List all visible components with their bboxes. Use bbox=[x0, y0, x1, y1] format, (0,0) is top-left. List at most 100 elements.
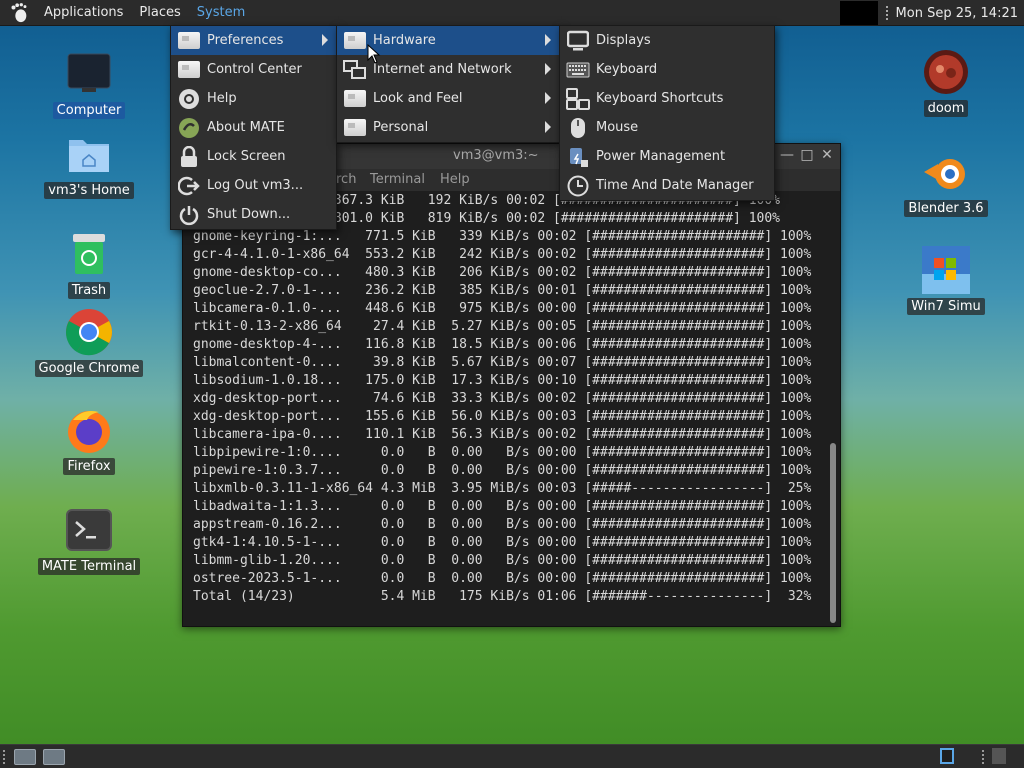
desktop-icon-label: Trash bbox=[67, 282, 111, 299]
workspace-1[interactable] bbox=[940, 748, 954, 764]
menu-item-label: Keyboard Shortcuts bbox=[596, 91, 724, 106]
terminal-line: ostree-2023.5-1-... 0.0 B 0.00 B/s 00:00… bbox=[193, 571, 812, 586]
terminal-line: pipewire-1:0.3.7... 0.0 B 0.00 B/s 00:00… bbox=[193, 463, 812, 478]
desktop-icon-win7[interactable]: Win7 Simu bbox=[891, 246, 1001, 315]
menu-item-mouse[interactable]: Mouse bbox=[560, 113, 774, 142]
places-menu[interactable]: Places bbox=[131, 0, 188, 26]
system-tray: Mon Sep 25, 14:21 bbox=[839, 0, 1024, 26]
terminal-line: libsodium-1.0.18... 175.0 KiB 17.3 KiB/s… bbox=[193, 373, 812, 388]
applications-menu[interactable]: Applications bbox=[36, 0, 131, 26]
system-menu[interactable]: System bbox=[189, 0, 253, 26]
hardware-submenu: Displays Keyboard Keyboard Shortcuts Mou… bbox=[559, 25, 775, 201]
menu-help[interactable]: Help bbox=[440, 172, 470, 187]
terminal-line: rtkit-0.13-2-x86_64 27.4 KiB 5.27 KiB/s … bbox=[193, 319, 812, 334]
help-icon bbox=[177, 88, 201, 110]
system-menu-dropdown: Preferences Control Center Help About MA… bbox=[170, 25, 337, 230]
top-panel: Applications Places System Mon Sep 25, 1… bbox=[0, 0, 1024, 26]
scrollbar-thumb[interactable] bbox=[830, 443, 836, 623]
desktop-icon-label: Computer bbox=[52, 102, 126, 119]
clock-icon bbox=[566, 175, 590, 197]
minimize-icon[interactable]: — bbox=[780, 147, 794, 163]
desktop-icon-label: vm3's Home bbox=[44, 182, 134, 199]
desktop-icon-home[interactable]: vm3's Home bbox=[34, 130, 144, 199]
chrome-icon bbox=[65, 308, 113, 356]
preferences-icon bbox=[177, 30, 201, 52]
tray-applet[interactable] bbox=[839, 1, 878, 25]
workspace-2[interactable] bbox=[992, 748, 1006, 764]
menu-item-label: Power Management bbox=[596, 149, 726, 164]
menu-item-power-management[interactable]: Power Management bbox=[560, 142, 774, 171]
bottom-panel bbox=[0, 744, 1024, 768]
panel-menubar: Applications Places System bbox=[0, 0, 253, 26]
computer-icon bbox=[65, 50, 113, 98]
power-icon bbox=[177, 204, 201, 226]
menu-item-help[interactable]: Help bbox=[171, 84, 336, 113]
terminal-line: libcamera-0.1.0-... 448.6 KiB 975 KiB/s … bbox=[193, 301, 812, 316]
menu-item-displays[interactable]: Displays bbox=[560, 26, 774, 55]
terminal-line: Total (14/23) 5.4 MiB 175 KiB/s 01:06 [#… bbox=[193, 589, 812, 604]
blender-icon bbox=[922, 148, 970, 196]
maximize-icon[interactable]: □ bbox=[800, 147, 814, 163]
hardware-folder-icon bbox=[343, 30, 367, 52]
menu-search[interactable]: rch bbox=[336, 172, 356, 187]
menu-item-keyboard-shortcuts[interactable]: Keyboard Shortcuts bbox=[560, 84, 774, 113]
desktop-icon-computer[interactable]: Computer bbox=[34, 50, 144, 119]
terminal-line: libxmlb-0.3.11-1-x86_64 4.3 MiB 3.95 MiB… bbox=[193, 481, 812, 496]
menu-terminal[interactable]: Terminal bbox=[370, 172, 425, 187]
win7-icon bbox=[922, 246, 970, 294]
clock[interactable]: Mon Sep 25, 14:21 bbox=[896, 6, 1024, 21]
menu-item-personal[interactable]: Personal bbox=[337, 113, 559, 142]
terminal-line: gtk4-1:4.10.5-1-... 0.0 B 0.00 B/s 00:00… bbox=[193, 535, 812, 550]
desktop-icon-chrome[interactable]: Google Chrome bbox=[34, 308, 144, 377]
panel-handle[interactable] bbox=[3, 750, 7, 764]
desktop-icon-mate-terminal[interactable]: MATE Terminal bbox=[34, 506, 144, 575]
menu-item-preferences[interactable]: Preferences bbox=[171, 26, 336, 55]
menu-item-label: Internet and Network bbox=[373, 62, 512, 77]
window-buttons: — □ ✕ bbox=[780, 147, 834, 163]
terminal-line: geoclue-2.7.0-1-... 236.2 KiB 385 KiB/s … bbox=[193, 283, 812, 298]
menu-item-label: Help bbox=[207, 91, 237, 106]
desktop-icon-blender[interactable]: Blender 3.6 bbox=[891, 148, 1001, 217]
menu-item-label: Hardware bbox=[373, 33, 436, 48]
desktop-icon-label: Google Chrome bbox=[34, 360, 144, 377]
show-desktop-button[interactable] bbox=[14, 749, 36, 765]
desktop-icon-trash[interactable]: Trash bbox=[34, 230, 144, 299]
menu-item-label: Keyboard bbox=[596, 62, 658, 77]
keyboard-icon bbox=[566, 59, 590, 81]
window-list-button[interactable] bbox=[43, 749, 65, 765]
desktop-icon-label: Blender 3.6 bbox=[904, 200, 988, 217]
menu-item-lock-screen[interactable]: Lock Screen bbox=[171, 142, 336, 171]
menu-item-shut-down[interactable]: Shut Down... bbox=[171, 200, 336, 229]
personal-folder-icon bbox=[343, 117, 367, 139]
terminal-line: gnome-desktop-co... 480.3 KiB 206 KiB/s … bbox=[193, 265, 812, 280]
menu-item-look-feel[interactable]: Look and Feel bbox=[337, 84, 559, 113]
submenu-arrow-icon bbox=[545, 63, 551, 75]
menu-item-time-date-manager[interactable]: Time And Date Manager bbox=[560, 171, 774, 200]
close-icon[interactable]: ✕ bbox=[820, 147, 834, 163]
desktop-icon-doom[interactable]: doom bbox=[891, 48, 1001, 117]
menu-item-log-out[interactable]: Log Out vm3... bbox=[171, 171, 336, 200]
desktop-icon-label: MATE Terminal bbox=[37, 558, 141, 575]
home-folder-icon bbox=[65, 130, 113, 178]
desktop-icon-firefox[interactable]: Firefox bbox=[34, 406, 144, 475]
mate-logo-icon bbox=[177, 117, 201, 139]
gnome-foot-icon[interactable] bbox=[8, 2, 30, 24]
menu-item-label: Mouse bbox=[596, 120, 639, 135]
panel-handle[interactable] bbox=[982, 750, 986, 764]
submenu-arrow-icon bbox=[545, 121, 551, 133]
doom-icon bbox=[922, 48, 970, 96]
mouse-cursor-icon bbox=[367, 44, 381, 64]
menu-item-about-mate[interactable]: About MATE bbox=[171, 113, 336, 142]
terminal-line: gnome-keyring-1:... 771.5 KiB 339 KiB/s … bbox=[193, 229, 812, 244]
menu-item-keyboard[interactable]: Keyboard bbox=[560, 55, 774, 84]
mouse-icon bbox=[566, 117, 590, 139]
menu-item-control-center[interactable]: Control Center bbox=[171, 55, 336, 84]
menu-item-label: Log Out vm3... bbox=[207, 178, 304, 193]
menu-item-label: Time And Date Manager bbox=[596, 178, 754, 193]
menu-item-label: Shut Down... bbox=[207, 207, 291, 222]
terminal-output[interactable]: 367.3 KiB 192 KiB/s 00:02 [#############… bbox=[193, 192, 811, 606]
terminal-icon bbox=[65, 506, 113, 554]
terminal-line: libpipewire-1:0.... 0.0 B 0.00 B/s 00:00… bbox=[193, 445, 812, 460]
terminal-line: libmm-glib-1.20.... 0.0 B 0.00 B/s 00:00… bbox=[193, 553, 812, 568]
window-title: vm3@vm3:~ bbox=[453, 148, 539, 163]
